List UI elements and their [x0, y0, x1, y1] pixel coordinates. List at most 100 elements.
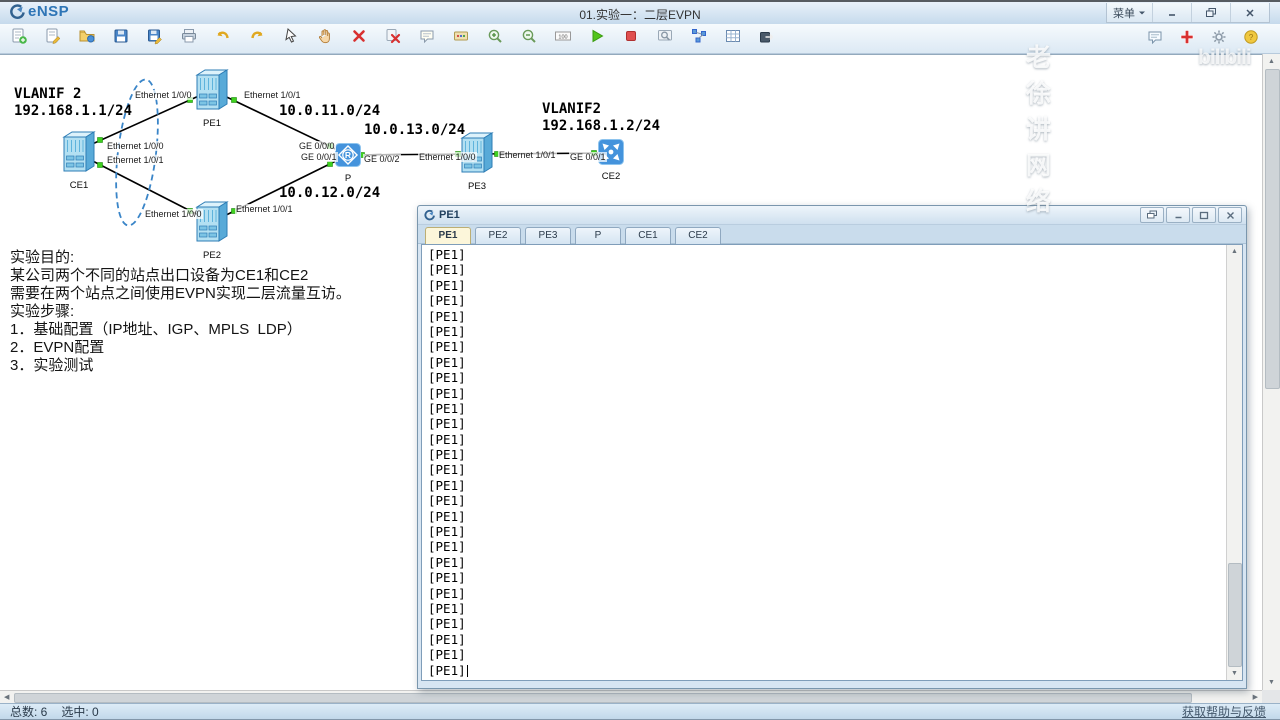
undo-icon	[214, 27, 232, 50]
terminal-tab-p[interactable]: P	[575, 227, 621, 245]
terminal-output[interactable]: [PE1] [PE1] [PE1] [PE1] [PE1] [PE1] [PE1] [PE1]…	[421, 244, 1243, 681]
terminal-line: [PE1]	[428, 524, 1224, 539]
actual-size-icon: 100	[554, 27, 572, 50]
actual-size-button[interactable]: 100	[550, 27, 576, 51]
terminal-tab-pe1[interactable]: PE1	[425, 227, 471, 245]
palette-button[interactable]	[448, 27, 474, 51]
vertical-scroll-thumb[interactable]	[1265, 69, 1280, 389]
terminal-prompt: [PE1]	[428, 631, 466, 647]
zoom-in-button[interactable]	[482, 27, 508, 51]
terminal-prompt: [PE1]	[428, 354, 466, 370]
select-button[interactable]	[278, 27, 304, 51]
terminal-line: [PE1]	[428, 616, 1224, 631]
stop-button[interactable]	[618, 27, 644, 51]
ensp-logo-icon	[10, 4, 25, 19]
terminal-scroll-thumb[interactable]	[1228, 563, 1242, 667]
terminal-prompt: [PE1]	[428, 308, 466, 324]
new-topology-icon	[10, 27, 28, 50]
start-button[interactable]	[584, 27, 610, 51]
zoom-out-button[interactable]	[516, 27, 542, 51]
scroll-down-icon[interactable]: ▼	[1231, 670, 1238, 677]
terminal-close-button[interactable]	[1218, 207, 1242, 223]
new-topology-button[interactable]	[6, 27, 32, 51]
port-label: Ethernet 1/0/0	[418, 152, 477, 162]
save-as-button[interactable]	[142, 27, 168, 51]
new-testcase-button[interactable]	[40, 27, 66, 51]
delete-all-button[interactable]	[380, 27, 406, 51]
zoom-in-icon	[486, 27, 504, 50]
save-as-icon	[146, 27, 164, 50]
about-button[interactable]: ?	[1238, 27, 1264, 51]
terminal-prompt: [PE1]	[428, 477, 466, 493]
network-label: VLANIF2	[542, 101, 602, 117]
terminal-prompt: [PE1]	[428, 539, 466, 555]
scroll-up-icon[interactable]: ▲	[1231, 248, 1238, 255]
terminal-prompt: [PE1]	[428, 600, 466, 616]
packet-capture-button[interactable]	[652, 27, 678, 51]
scroll-up-icon[interactable]: ▲	[1268, 58, 1275, 65]
terminal-prompt: [PE1]	[428, 662, 466, 678]
close-icon	[1246, 8, 1254, 17]
export-button[interactable]	[754, 27, 780, 51]
redo-button[interactable]	[244, 27, 270, 51]
device-list-button[interactable]	[720, 27, 746, 51]
open-icon	[78, 27, 96, 50]
about-icon: ?	[1242, 28, 1260, 51]
restore-button[interactable]	[1191, 3, 1230, 22]
pan-button[interactable]	[312, 27, 338, 51]
terminal-tab-pe3[interactable]: PE3	[525, 227, 571, 245]
scroll-down-icon[interactable]: ▼	[1268, 679, 1275, 686]
terminal-tab-ce1[interactable]: CE1	[625, 227, 671, 245]
open-button[interactable]	[74, 27, 100, 51]
terminal-prompt: [PE1]	[428, 323, 466, 339]
app-brand: eNSP	[8, 3, 69, 20]
print-button[interactable]	[176, 27, 202, 51]
terminal-title-bar[interactable]: PE1	[418, 206, 1246, 225]
close-icon	[1226, 211, 1234, 219]
window-title: 01.实验一：二层EVPN	[579, 8, 701, 22]
port-label: GE 0/0/1	[300, 152, 338, 162]
app-brand-text: eNSP	[28, 3, 70, 20]
terminal-scrollbar[interactable]: ▲ ▼	[1226, 245, 1242, 680]
terminal-detach-button[interactable]	[1140, 207, 1164, 223]
delete-button[interactable]	[346, 27, 372, 51]
horizontal-scroll-thumb[interactable]	[14, 693, 1192, 703]
pan-icon	[316, 27, 334, 50]
svg-text:?: ?	[1249, 33, 1254, 42]
feedback-icon	[1178, 28, 1196, 51]
terminal-line: [PE1]	[428, 647, 1224, 662]
note-line: 3．实验测试	[10, 357, 94, 374]
scroll-right-icon[interactable]: ▶	[1253, 694, 1258, 701]
new-testcase-icon	[44, 27, 62, 50]
help-feedback-link[interactable]: 获取帮助与反馈	[1182, 703, 1266, 720]
terminal-tab-ce2[interactable]: CE2	[675, 227, 721, 245]
topology-button[interactable]	[686, 27, 712, 51]
network-label: 10.0.12.0/24	[279, 185, 381, 201]
terminal-prompt: [PE1]	[428, 447, 466, 463]
close-button[interactable]	[1230, 3, 1269, 22]
canvas-vertical-scrollbar[interactable]: ▲ ▼	[1262, 54, 1280, 690]
terminal-tab-pe2[interactable]: PE2	[475, 227, 521, 245]
note-line: 2．EVPN配置	[10, 339, 105, 356]
minimize-button[interactable]	[1152, 3, 1191, 22]
forum-button[interactable]	[1142, 27, 1168, 51]
topology-icon	[690, 27, 708, 50]
undo-button[interactable]	[210, 27, 236, 51]
device-ce1[interactable]: CE1	[47, 130, 111, 191]
feedback-button[interactable]	[1174, 27, 1200, 51]
save-button[interactable]	[108, 27, 134, 51]
comment-button[interactable]	[414, 27, 440, 51]
minimize-icon	[1175, 216, 1181, 218]
terminal-minimize-button[interactable]	[1166, 207, 1190, 223]
restore-icon	[1206, 8, 1216, 17]
note-line: 需要在两个站点之间使用EVPN实现二层流量互访。	[10, 285, 351, 302]
canvas-horizontal-scrollbar[interactable]: ◀ ▶	[0, 690, 1262, 703]
terminal-prompt: [PE1]	[428, 339, 466, 355]
menu-button[interactable]: 菜单	[1107, 3, 1152, 22]
text-caret	[466, 664, 468, 677]
device-label: PE3	[468, 181, 486, 192]
terminal-maximize-button[interactable]	[1192, 207, 1216, 223]
window-controls: 菜单	[1106, 3, 1270, 23]
scroll-left-icon[interactable]: ◀	[4, 694, 9, 701]
settings-button[interactable]	[1206, 27, 1232, 51]
